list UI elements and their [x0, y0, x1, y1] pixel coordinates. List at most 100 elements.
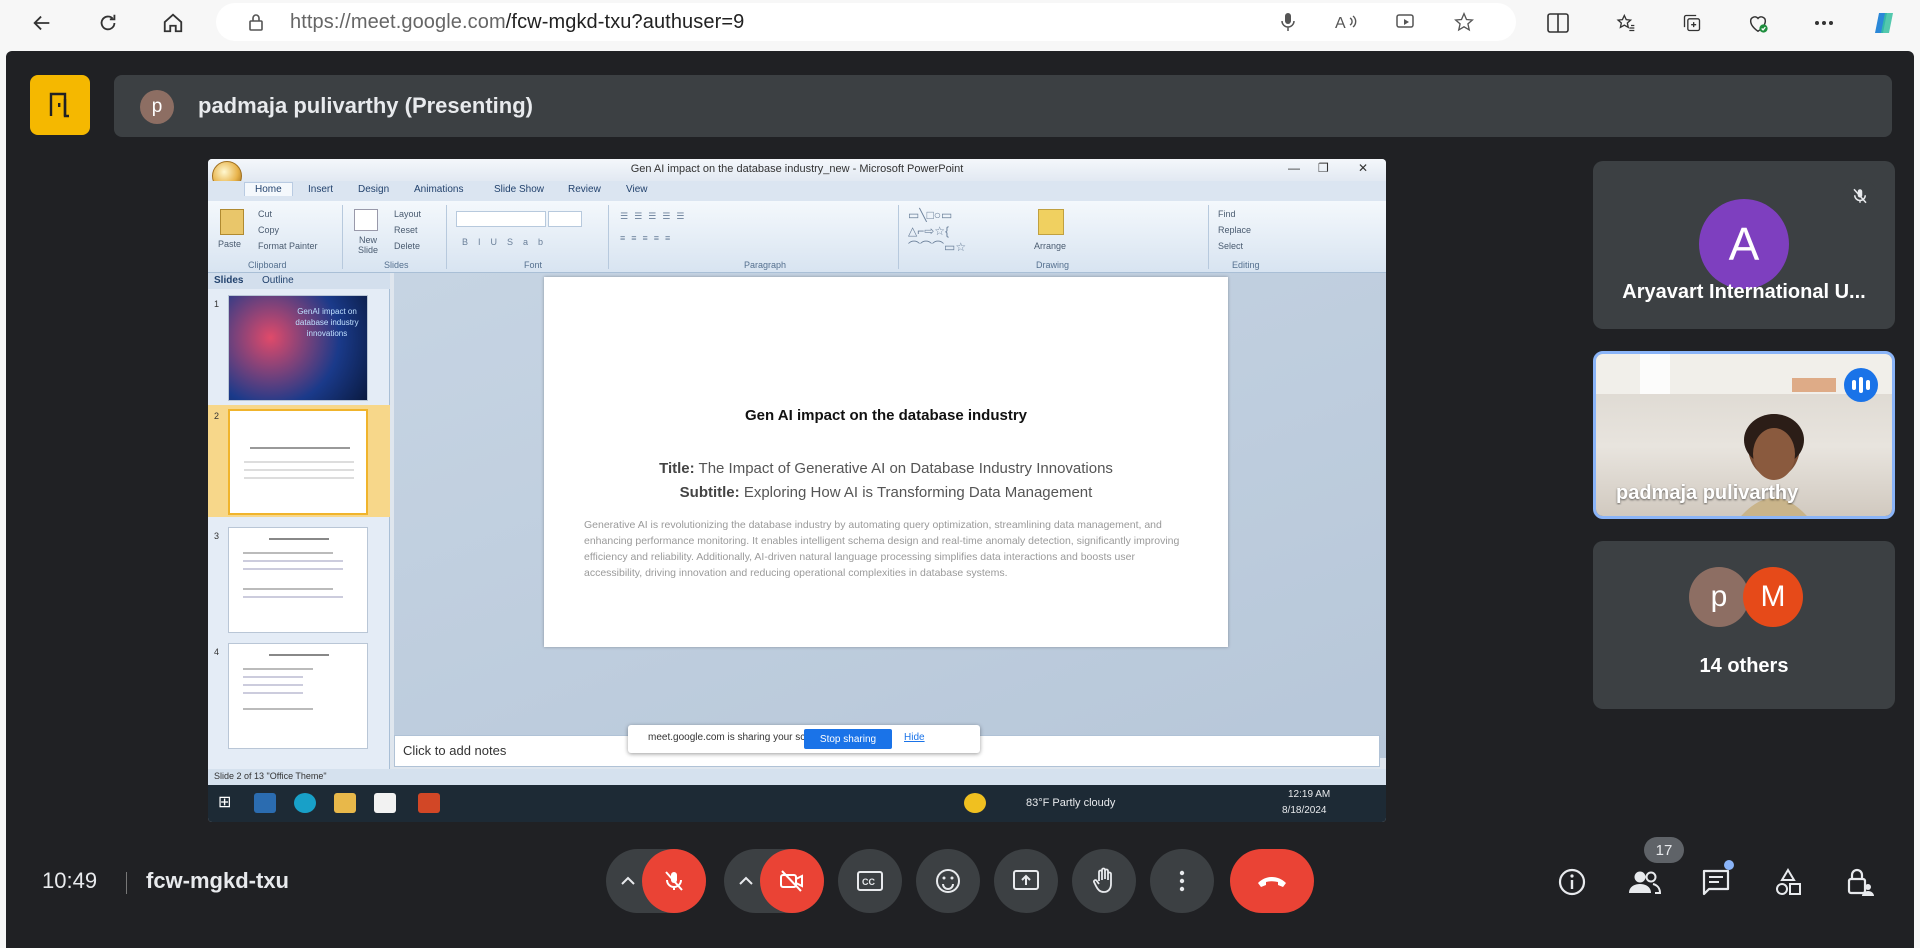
participant-count-badge: 17: [1644, 837, 1684, 863]
people-button[interactable]: [1624, 862, 1664, 902]
font-format-icons: BIUSab: [462, 237, 554, 247]
emoji-icon: [936, 869, 960, 893]
thumb-line: [243, 708, 313, 710]
chat-button[interactable]: [1696, 860, 1736, 902]
reactions-button[interactable]: [916, 849, 980, 913]
thumb-line: [243, 668, 313, 670]
meeting-details-button[interactable]: [1552, 862, 1592, 902]
url-text[interactable]: https://meet.google.com/fcw-mgkd-txu?aut…: [290, 11, 744, 34]
participant-tile-others[interactable]: p M 14 others: [1593, 541, 1895, 709]
slide-editing-area: Gen AI impact on the database industry T…: [394, 273, 1386, 758]
ribbon-tab-design: Design: [358, 184, 390, 195]
participant-tile-aryavart[interactable]: A Aryavart International U...: [1593, 161, 1895, 329]
minimize-icon: —: [1288, 161, 1300, 175]
thumb1-title: GenAI impact on database industry innova…: [295, 307, 359, 338]
microphone-icon[interactable]: [1274, 9, 1302, 35]
slides-group-label: Slides: [384, 260, 409, 270]
split-screen-icon[interactable]: [1542, 8, 1574, 38]
restore-icon: ❐: [1318, 161, 1329, 175]
collections-icon[interactable]: [1676, 8, 1708, 38]
thumb-line: [243, 596, 343, 598]
camera-off-icon: [780, 870, 803, 892]
ribbon-tab-home: Home: [244, 182, 293, 196]
chat-icon: [1702, 869, 1730, 896]
microphone-toggle-button[interactable]: [642, 849, 706, 913]
thumb-line: [250, 447, 350, 449]
copy-label: Copy: [258, 225, 280, 235]
thumb-line: [243, 684, 303, 686]
thumb-line: [243, 568, 343, 570]
slide-thumbnail-4: [228, 643, 368, 749]
thumb-number: 3: [214, 531, 220, 541]
reset-label: Reset: [394, 225, 418, 235]
shared-screen: Gen AI impact on the database industry_n…: [208, 159, 1386, 822]
url-host: https://meet.google.com: [290, 10, 506, 33]
powerpoint-status-bar: Slide 2 of 13 "Office Theme": [208, 769, 1386, 785]
participant-tile-padmaja[interactable]: padmaja pulivarthy: [1593, 351, 1895, 519]
hang-up-icon: [1258, 877, 1286, 887]
stop-sharing-button: Stop sharing: [804, 729, 892, 749]
back-icon[interactable]: [26, 8, 58, 38]
activities-shapes-icon: [1776, 868, 1801, 895]
copilot-icon[interactable]: [1868, 8, 1900, 38]
title-label: Title:: [659, 460, 695, 477]
weather-badge-icon: [964, 793, 986, 813]
slide-body: Generative AI is revolutionizing the dat…: [584, 519, 1180, 579]
participant-avatar: A: [1699, 199, 1789, 289]
close-icon: ✕: [1358, 161, 1369, 175]
captions-button[interactable]: CC: [838, 849, 902, 913]
meeting-clock: 10:49: [42, 868, 98, 893]
present-screen-button[interactable]: [994, 849, 1058, 913]
read-aloud-icon[interactable]: A: [1332, 9, 1360, 35]
ribbon-separator: [608, 205, 609, 269]
address-bar[interactable]: https://meet.google.com/fcw-mgkd-txu?aut…: [216, 3, 1516, 41]
raise-hand-button[interactable]: [1072, 849, 1136, 913]
sharing-banner-text: meet.google.com is sharing your screen.: [648, 732, 829, 743]
others-count-label: 14 others: [1699, 655, 1789, 677]
leave-call-button[interactable]: [1230, 849, 1314, 913]
participant-name: Aryavart International U...: [1622, 281, 1866, 303]
powerpoint-titlebar: Gen AI impact on the database industry_n…: [208, 159, 1386, 191]
lock-icon[interactable]: [242, 9, 270, 35]
browser-essentials-icon[interactable]: [1742, 8, 1774, 38]
svg-text:A: A: [1335, 15, 1346, 31]
chevron-up-icon: [739, 876, 753, 885]
app-available-icon[interactable]: [1392, 9, 1420, 35]
more-options-button[interactable]: [1150, 849, 1214, 913]
raise-hand-icon: [1093, 867, 1112, 893]
favorite-star-icon[interactable]: [1450, 9, 1478, 35]
arrange-icon: [1038, 209, 1064, 235]
refresh-icon[interactable]: [92, 8, 124, 38]
slide-status-text: Slide 2 of 13 "Office Theme": [214, 771, 327, 781]
others-avatar-1: p: [1689, 567, 1749, 627]
favorites-icon[interactable]: [1610, 8, 1642, 38]
leave-presentation-button[interactable]: [30, 75, 90, 135]
host-controls-button[interactable]: [1840, 862, 1880, 902]
others-avatar-2: M: [1743, 567, 1803, 627]
slide-heading: Gen AI impact on the database industry: [745, 407, 1027, 424]
url-path: /fcw-mgkd-txu?authuser=9: [505, 10, 745, 33]
participant-name: padmaja pulivarthy: [1616, 482, 1799, 504]
edge-icon: [294, 793, 316, 813]
muted-mic-icon: [1843, 179, 1877, 213]
sharing-banner: meet.google.com is sharing your screen. …: [628, 725, 980, 753]
paste-label: Paste: [218, 239, 242, 249]
align-icons: ≡≡≡≡≡: [620, 233, 677, 243]
speaking-indicator-icon: [1844, 368, 1878, 402]
font-name-box: [456, 211, 546, 227]
font-group-label: Font: [524, 260, 543, 270]
thumb-line: [244, 469, 354, 471]
home-icon[interactable]: [157, 8, 189, 38]
svg-text:CC: CC: [862, 877, 875, 887]
current-slide: Gen AI impact on the database industry T…: [544, 277, 1228, 647]
more-vert-icon: [1179, 870, 1185, 892]
thumb-line: [243, 552, 333, 554]
store-icon: [374, 793, 396, 813]
slides-pane-tabs: Slides Outline: [208, 273, 390, 289]
title-text: The Impact of Generative AI on Database …: [698, 460, 1113, 477]
thumb-line: [269, 538, 329, 540]
more-options-icon[interactable]: [1808, 8, 1840, 38]
activities-button[interactable]: [1768, 862, 1808, 902]
mail-icon: [254, 793, 276, 813]
camera-toggle-button[interactable]: [760, 849, 824, 913]
